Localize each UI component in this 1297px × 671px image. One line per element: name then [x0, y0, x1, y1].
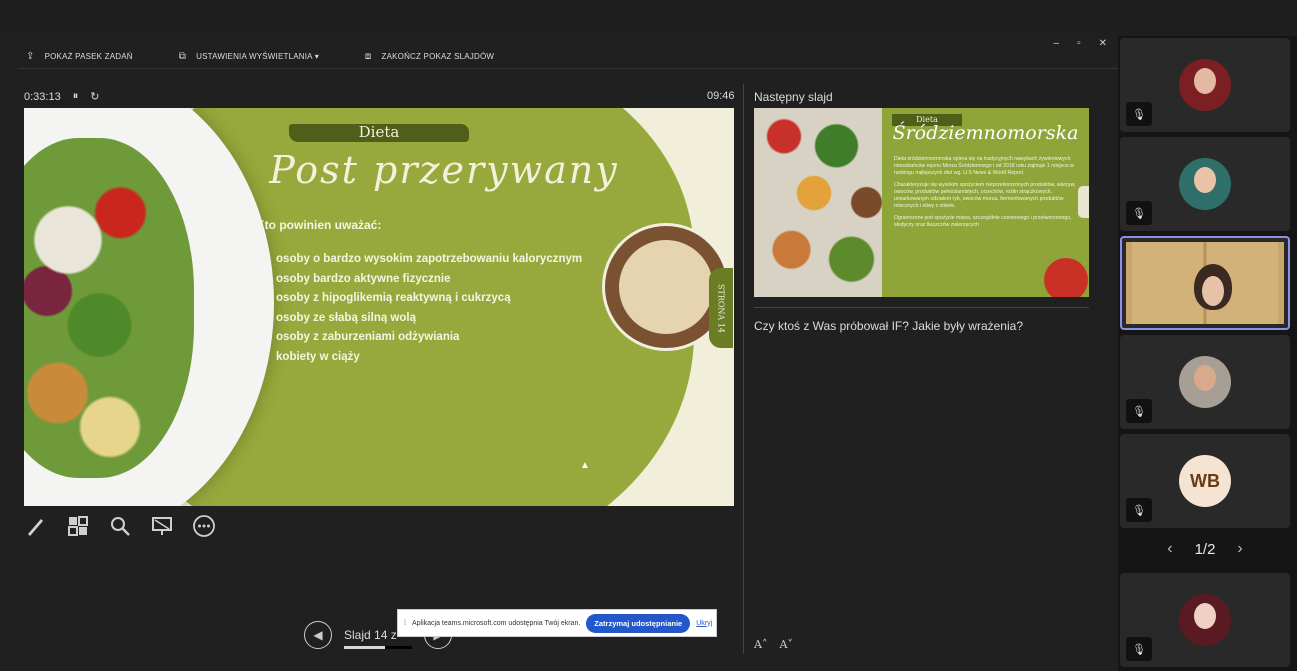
next-slide-paragraph: Dieta śródziemnomorska opiera się na tra…: [894, 156, 1074, 176]
top-bar: [0, 0, 1297, 36]
participant-video-feed: [1126, 242, 1284, 324]
display-settings-button[interactable]: ⧉ USTAWIENIA WYŚWIETLANIA ▾: [179, 51, 319, 62]
slide-grid-icon[interactable]: [66, 514, 90, 538]
mouse-cursor-icon: ▲: [580, 460, 590, 471]
slide-subheading: Kto powinien uważać:: [256, 218, 382, 232]
presenter-toolbar: ⇪ POKAŻ PASEK ZADAŃ ⧉ USTAWIENIA WYŚWIET…: [0, 44, 514, 68]
stop-sharing-button[interactable]: Zatrzymaj udostępnianie: [586, 613, 691, 633]
speaker-notes[interactable]: Czy ktoś z Was próbował IF? Jakie były w…: [754, 319, 1023, 333]
avatar: [1179, 356, 1231, 408]
pause-timer-icon[interactable]: ⏸: [73, 90, 79, 103]
previous-slide-button[interactable]: ◀: [304, 621, 332, 649]
participant-tile[interactable]: 🎙: [1120, 335, 1290, 429]
display-settings-icon: ⧉: [178, 50, 187, 62]
current-slide[interactable]: Dieta Post przerywany Kto powinien uważa…: [24, 108, 734, 506]
tomato-image: [1044, 258, 1088, 297]
notes-font-controls: A˄ A˅: [754, 638, 793, 651]
pager-next-button[interactable]: ›: [1237, 540, 1242, 558]
taskbar-icon: ⇪: [26, 50, 35, 62]
end-slideshow-label: ZAKOŃCZ POKAZ SLAJDÓW: [381, 51, 495, 61]
bullet-item: osoby ze słabą silną wolą: [264, 312, 582, 332]
share-handle-icon[interactable]: ⁞: [404, 620, 406, 627]
elapsed-time: 0:33:13: [24, 90, 61, 103]
next-slide-body: Dieta śródziemnomorska opiera się na tra…: [894, 156, 1084, 234]
avatar: [1179, 158, 1231, 210]
reset-timer-icon[interactable]: ↻: [90, 90, 99, 103]
mic-muted-icon: 🎙: [1126, 399, 1152, 423]
chevron-left-icon: ◀: [313, 628, 323, 642]
end-show-icon: ⧈: [364, 50, 372, 62]
hide-share-bar-link[interactable]: Ukryj: [696, 620, 712, 627]
zoom-icon[interactable]: [108, 514, 132, 538]
avatar: [1179, 59, 1231, 111]
participants-pager: ‹ 1/2 ›: [1120, 540, 1290, 558]
initials-avatar: WB: [1179, 455, 1231, 507]
restore-button[interactable]: ▫: [1077, 38, 1081, 49]
next-slide-page-tab: [1078, 186, 1089, 218]
pen-icon[interactable]: [24, 514, 48, 538]
bullet-item: osoby z zaburzeniami odżywiania: [264, 331, 582, 351]
timer: 0:33:13 ⏸ ↻: [24, 90, 99, 103]
display-settings-label: USTAWIENIA WYŚWIETLANIA ▾: [196, 51, 319, 61]
participant-tile[interactable]: 🎙: [1120, 38, 1290, 132]
more-icon[interactable]: [192, 514, 216, 538]
next-slide-label: Następny slajd: [754, 90, 833, 104]
current-time: 09:46: [707, 90, 735, 102]
pager-prev-button[interactable]: ‹: [1167, 540, 1172, 558]
screen-icon[interactable]: [150, 514, 174, 538]
window-controls: – ▫ ✕: [1054, 38, 1108, 49]
share-message: Aplikacja teams.microsoft.com udostępnia…: [411, 619, 581, 627]
next-slide-paragraph: Charakteryzuje się wysokim spożyciem nie…: [894, 182, 1076, 209]
show-taskbar-button[interactable]: ⇪ POKAŻ PASEK ZADAŃ: [26, 51, 133, 62]
slide-header-tag: Dieta: [358, 123, 400, 141]
screen-share-notification: ⁞ Aplikacja teams.microsoft.com udostępn…: [397, 609, 717, 637]
participant-tile[interactable]: WB 🎙: [1120, 434, 1290, 528]
slide-page-tab: STRONA 14: [709, 268, 733, 348]
mic-muted-icon: 🎙: [1126, 498, 1152, 522]
mic-muted-icon: 🎙: [1126, 637, 1152, 661]
slide-progress-bar: [344, 646, 412, 649]
participant-tile-active-speaker[interactable]: [1120, 236, 1290, 330]
slide-progress-fill: [344, 646, 385, 649]
mic-muted-icon: 🎙: [1126, 201, 1152, 225]
bullet-item: osoby o bardzo wysokim zapotrzebowaniu k…: [264, 253, 582, 273]
mic-muted-icon: 🎙: [1126, 102, 1152, 126]
close-button[interactable]: ✕: [1099, 38, 1107, 49]
next-slide-title: Śródziemnomorska: [892, 122, 1079, 144]
participant-tile[interactable]: 🎙: [1120, 573, 1290, 667]
next-slide-preview[interactable]: Dieta Śródziemnomorska Dieta śródziemnom…: [754, 108, 1089, 297]
pager-page: 1/2: [1194, 540, 1216, 558]
show-taskbar-label: POKAŻ PASEK ZADAŃ: [44, 51, 133, 61]
increase-font-button[interactable]: A˄: [754, 638, 767, 651]
salad-image: [24, 138, 194, 478]
slide-tools: [24, 514, 216, 538]
bullet-item: osoby bardzo aktywne fizycznie: [264, 273, 582, 293]
participant-tile[interactable]: 🎙: [1120, 137, 1290, 231]
slide-title: Post przerywany: [269, 148, 619, 192]
decrease-font-button[interactable]: A˅: [779, 638, 792, 651]
notes-divider: [754, 307, 1089, 308]
pane-divider[interactable]: [743, 84, 744, 654]
avatar: [1179, 594, 1231, 646]
next-slide-paragraph: Ograniczone jest spożycie mięsa, szczegó…: [894, 215, 1072, 228]
slide-counter[interactable]: Slajd 14 z: [344, 628, 397, 642]
minimize-button[interactable]: –: [1054, 38, 1060, 49]
toolbar-divider: [18, 68, 1118, 69]
bullet-item: osoby z hipoglikemią reaktywną i cukrzyc…: [264, 292, 582, 312]
end-slideshow-button[interactable]: ⧈ ZAKOŃCZ POKAZ SLAJDÓW: [365, 51, 494, 62]
slide-bullet-list: osoby o bardzo wysokim zapotrzebowaniu k…: [264, 253, 582, 371]
bullet-item: kobiety w ciąży: [264, 351, 582, 371]
